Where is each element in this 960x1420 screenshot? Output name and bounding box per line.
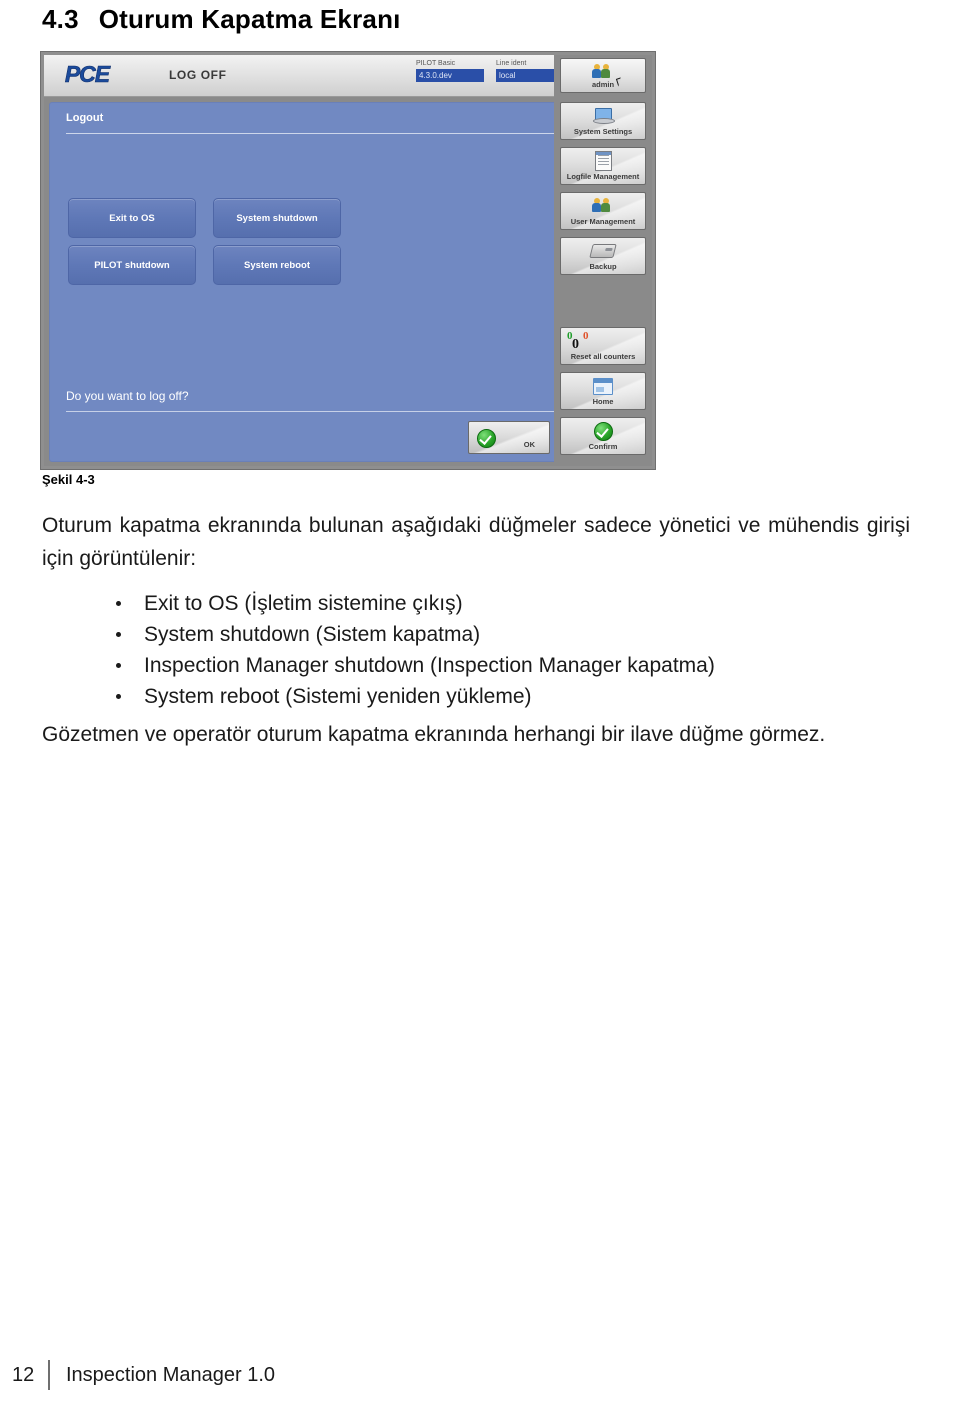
counter-total-value: 0 bbox=[572, 337, 579, 352]
list-item: Inspection Manager shutdown (Inspection … bbox=[110, 650, 910, 681]
sidebar-item-home[interactable]: Home bbox=[560, 372, 646, 410]
document-icon bbox=[591, 151, 615, 171]
sidebar-item-label: User Management bbox=[570, 217, 636, 226]
intro-paragraph: Oturum kapatma ekranında bulunan aşağıda… bbox=[42, 514, 910, 570]
ok-button-label: OK bbox=[523, 440, 535, 449]
backup-drive-icon bbox=[589, 241, 617, 261]
sidebar-item-user-management[interactable]: User Management bbox=[560, 192, 646, 230]
check-icon bbox=[477, 429, 496, 448]
list-item: System shutdown (Sistem kapatma) bbox=[110, 619, 910, 650]
list-item: System reboot (Sistemi yeniden yükleme) bbox=[110, 681, 910, 712]
page-title: 4.3 Oturum Kapatma Ekranı bbox=[42, 4, 401, 35]
footer-document-title: Inspection Manager 1.0 bbox=[66, 1363, 276, 1386]
panel-divider bbox=[66, 133, 578, 134]
page-title-text: Oturum Kapatma Ekranı bbox=[98, 4, 401, 34]
closing-paragraph: Gözetmen ve operatör oturum kapatma ekra… bbox=[42, 723, 826, 746]
monitor-icon bbox=[591, 106, 615, 126]
check-icon bbox=[591, 421, 615, 441]
logoff-question: Do you want to log off? bbox=[66, 389, 189, 403]
list-item: Exit to OS (İşletim sistemine çıkış) bbox=[110, 588, 910, 619]
figure-screenshot: PCE LOG OFF PILOT Basic 4.3.0.dev Line i… bbox=[40, 51, 656, 470]
exit-to-os-button[interactable]: Exit to OS bbox=[68, 198, 196, 238]
pilot-version-label: PILOT Basic bbox=[416, 60, 456, 67]
sidebar-item-system-settings[interactable]: System Settings bbox=[560, 102, 646, 140]
sidebar-item-admin[interactable]: admin bbox=[560, 58, 646, 93]
sidebar-admin-label: admin bbox=[591, 80, 615, 89]
counter-red-value: 0 bbox=[583, 330, 589, 342]
system-shutdown-button[interactable]: System shutdown bbox=[213, 198, 341, 238]
button-list: Exit to OS (İşletim sistemine çıkış) Sys… bbox=[110, 588, 910, 712]
counter-icon: 0 0 0 bbox=[567, 330, 607, 352]
pilot-shutdown-button[interactable]: PILOT shutdown bbox=[68, 245, 196, 285]
page-number: 12 bbox=[12, 1363, 35, 1386]
sidebar-item-reset-counters[interactable]: 0 0 0 Reset all counters bbox=[560, 327, 646, 365]
pilot-version-value: 4.3.0.dev bbox=[416, 69, 484, 82]
question-divider bbox=[66, 411, 578, 412]
home-icon bbox=[591, 376, 615, 396]
ok-button[interactable]: OK bbox=[468, 421, 550, 454]
pce-logo-icon: PCE bbox=[64, 61, 111, 88]
sidebar-item-label: Backup bbox=[589, 262, 617, 271]
sidebar-item-backup[interactable]: Backup bbox=[560, 237, 646, 275]
system-reboot-button[interactable]: System reboot bbox=[213, 245, 341, 285]
app-screen-title: LOG OFF bbox=[169, 68, 227, 82]
sidebar-item-label: Logfile Management bbox=[566, 172, 640, 181]
mouse-cursor-icon bbox=[615, 77, 624, 87]
sidebar-item-label: Home bbox=[592, 397, 614, 406]
pilot-version-field: PILOT Basic 4.3.0.dev bbox=[416, 60, 484, 82]
sidebar-item-logfile-management[interactable]: Logfile Management bbox=[560, 147, 646, 185]
sidebar-item-label: Reset all counters bbox=[570, 352, 636, 361]
logout-panel-header: Logout bbox=[66, 112, 104, 124]
page-title-number: 4.3 bbox=[42, 4, 79, 34]
application-window: PCE LOG OFF PILOT Basic 4.3.0.dev Line i… bbox=[44, 55, 652, 466]
sidebar-rail: admin System Settings Logfile Management bbox=[554, 55, 652, 466]
users-icon bbox=[591, 62, 615, 82]
sidebar-item-confirm[interactable]: Confirm bbox=[560, 417, 646, 455]
figure-caption: Şekil 4-3 bbox=[42, 472, 95, 487]
footer-divider bbox=[48, 1360, 50, 1390]
sidebar-item-label: Confirm bbox=[588, 442, 618, 451]
page-footer: 12 Inspection Manager 1.0 bbox=[10, 1358, 910, 1392]
sidebar-item-label: System Settings bbox=[573, 127, 633, 136]
users-icon bbox=[591, 196, 615, 216]
logout-panel: Logout Exit to OS System shutdown PILOT … bbox=[49, 102, 595, 462]
